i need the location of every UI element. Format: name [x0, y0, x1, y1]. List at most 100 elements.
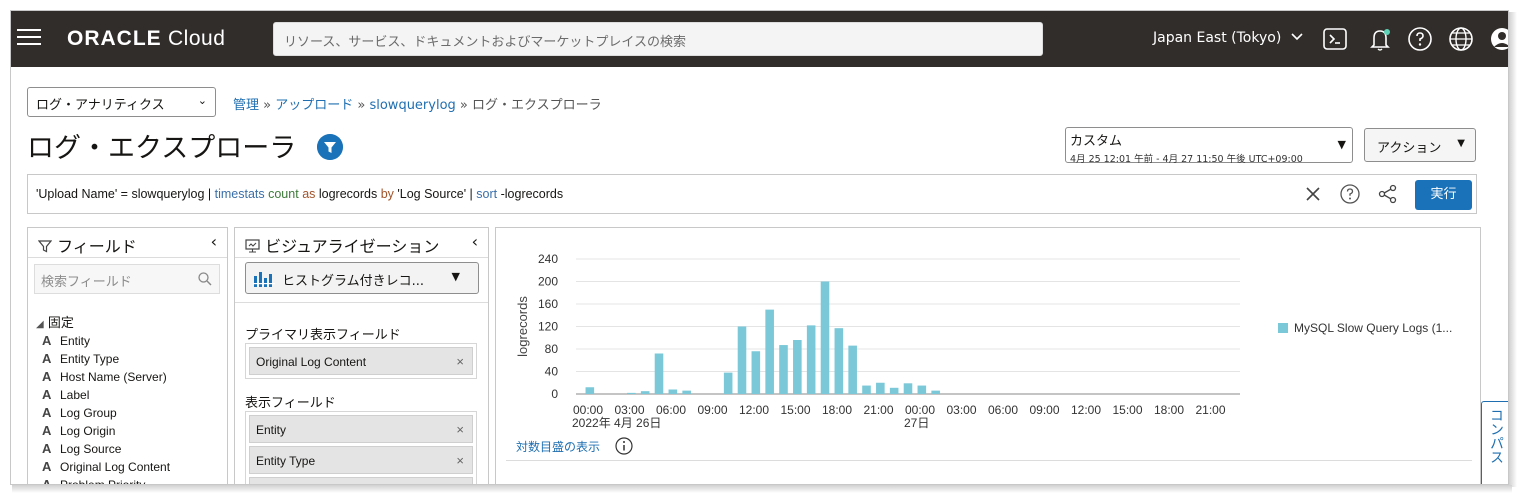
browser-frame: ORACLE Cloud リソース、サービス、ドキュメントおよびマーケットプレイ… [10, 10, 1509, 485]
window-shadow [12, 485, 1512, 493]
breadcrumb-item[interactable]: 管理 [233, 98, 259, 113]
legend-swatch [1278, 323, 1288, 333]
bell-icon[interactable] [1367, 26, 1393, 52]
divider [235, 302, 488, 303]
remove-field-icon[interactable]: × [456, 354, 464, 369]
global-search-input[interactable]: リソース、サービス、ドキュメントおよびマーケットプレイスの検索 [273, 22, 1043, 56]
field-chip-label: Entity Type [256, 454, 316, 468]
user-icon[interactable] [1489, 26, 1509, 52]
histogram-bar [751, 351, 761, 394]
log-scale-link[interactable]: 対数目盛の表示 [516, 438, 600, 455]
histogram-bar [876, 382, 885, 394]
filter-icon[interactable] [317, 134, 343, 160]
text-type-icon: A [42, 477, 52, 485]
histogram-bar [903, 383, 913, 394]
chevron-down-icon [1291, 33, 1303, 41]
clear-query-icon[interactable] [1304, 185, 1322, 203]
field-item[interactable]: A Log Group [42, 405, 170, 423]
histogram-bar [723, 372, 733, 394]
histogram-bar [765, 309, 774, 394]
cloud-shell-icon[interactable] [1322, 26, 1348, 52]
divider [506, 460, 1472, 461]
x-date-label: 2022年 4月 26日 [572, 416, 661, 430]
y-tick-label: 0 [551, 387, 558, 401]
text-type-icon: A [42, 333, 52, 348]
histogram-bar [627, 392, 636, 394]
query-help-icon[interactable] [1339, 183, 1361, 205]
chevron-down-icon: ⌄ [197, 94, 207, 107]
collapse-fields-panel-icon[interactable]: ‹ [211, 232, 217, 251]
caret-down-icon: ▼ [451, 270, 460, 283]
field-label: Label [60, 388, 90, 402]
region-selector[interactable]: Japan East (Tokyo) [1153, 30, 1304, 46]
time-range-select[interactable]: カスタム 4月 25 12:01 午前 - 4月 27 11:50 午後 UTC… [1065, 127, 1353, 165]
histogram-bar [654, 353, 664, 394]
y-tick-label: 120 [538, 320, 558, 334]
field-item[interactable]: A Entity Type [42, 351, 170, 369]
field-item[interactable]: A Original Log Content [42, 459, 170, 477]
run-button[interactable]: 実行 [1415, 180, 1472, 210]
field-search-input[interactable]: 検索フィールド [34, 264, 220, 294]
field-chip[interactable]: Entity × [249, 415, 473, 443]
histogram-bar [848, 345, 857, 394]
field-item[interactable]: A Entity [42, 333, 170, 351]
query-keyword: timestats [214, 187, 265, 201]
globe-icon[interactable] [1448, 26, 1474, 52]
display-fields-box[interactable]: Entity × Entity Type × Log Source× [245, 411, 477, 484]
info-icon[interactable] [615, 437, 633, 455]
x-tick-label: 09:00 [697, 403, 727, 417]
field-item[interactable]: A Log Origin [42, 423, 170, 441]
x-tick-label: 18:00 [1154, 403, 1184, 417]
field-label: Problem Priority [60, 478, 146, 485]
x-tick-label: 18:00 [822, 403, 852, 417]
field-chip[interactable]: Entity Type × [249, 446, 473, 474]
histogram-bar [737, 326, 747, 394]
breadcrumb: 管理 » アップロード » slowquerylog » ログ・エクスプローラ [233, 94, 602, 113]
y-tick-label: 240 [538, 252, 558, 266]
breadcrumb-item[interactable]: slowquerylog [369, 98, 455, 113]
query-token: logrecords [315, 187, 381, 201]
x-tick-label: 21:00 [1195, 403, 1225, 417]
field-item[interactable]: A Log Source [42, 441, 170, 459]
histogram-bar [806, 325, 816, 394]
collapse-triangle-icon: ◢ [36, 319, 44, 330]
histogram-bar [640, 391, 650, 394]
remove-field-icon[interactable]: × [456, 453, 464, 468]
field-list: A Entity A Entity Type A Host Name (Server) A L… [42, 333, 170, 485]
histogram-bar [820, 281, 830, 394]
primary-display-fields-box[interactable]: Original Log Content × [245, 343, 477, 379]
fixed-fields-group[interactable]: ◢ 固定 [36, 312, 74, 331]
field-item[interactable]: A Label [42, 387, 170, 405]
remove-field-icon[interactable]: × [456, 422, 464, 437]
y-tick-label: 80 [545, 342, 559, 356]
field-chip[interactable]: Log Source× [249, 477, 473, 484]
hamburger-menu-icon[interactable] [17, 29, 41, 47]
histogram-bar [917, 385, 927, 394]
filter-icon [37, 240, 53, 253]
y-axis-label: logrecords [515, 296, 530, 357]
chevron-down-icon: ▼ [1337, 138, 1346, 151]
histogram-bar [793, 340, 802, 394]
oracle-cloud-logo[interactable]: ORACLE Cloud [67, 27, 225, 51]
visualization-type-select[interactable]: ヒストグラム付きレコ... ▼ [245, 262, 479, 294]
query-keyword: count [268, 187, 299, 201]
help-icon[interactable] [1407, 26, 1433, 52]
breadcrumb-item[interactable]: アップロード [275, 98, 353, 113]
histogram-chart: 0 40 80 120 160 200 240 logrecords 00:00 03:00 06:… [515, 252, 1452, 430]
histogram-bar [779, 345, 788, 394]
query-editor[interactable]: 'Upload Name' = slowquerylog | timestats… [27, 174, 1477, 214]
x-tick-label: 00:00 [905, 403, 935, 417]
field-label: Log Group [60, 406, 117, 420]
compass-tab[interactable]: コンパス [1481, 401, 1508, 484]
x-tick-label: 03:00 [946, 403, 976, 417]
share-icon[interactable] [1377, 183, 1399, 205]
service-select[interactable]: ログ・アナリティクス ⌄ [27, 87, 216, 117]
text-type-icon: A [42, 459, 52, 474]
actions-button[interactable]: アクション ▼ [1364, 128, 1476, 162]
field-item[interactable]: A Problem Priority [42, 477, 170, 485]
collapse-visualization-panel-icon[interactable]: ‹ [472, 232, 478, 251]
field-item[interactable]: A Host Name (Server) [42, 369, 170, 387]
query-text[interactable]: 'Upload Name' = slowquerylog | timestats… [36, 187, 563, 201]
field-chip-label: Entity [256, 423, 287, 437]
field-chip[interactable]: Original Log Content × [249, 347, 473, 375]
